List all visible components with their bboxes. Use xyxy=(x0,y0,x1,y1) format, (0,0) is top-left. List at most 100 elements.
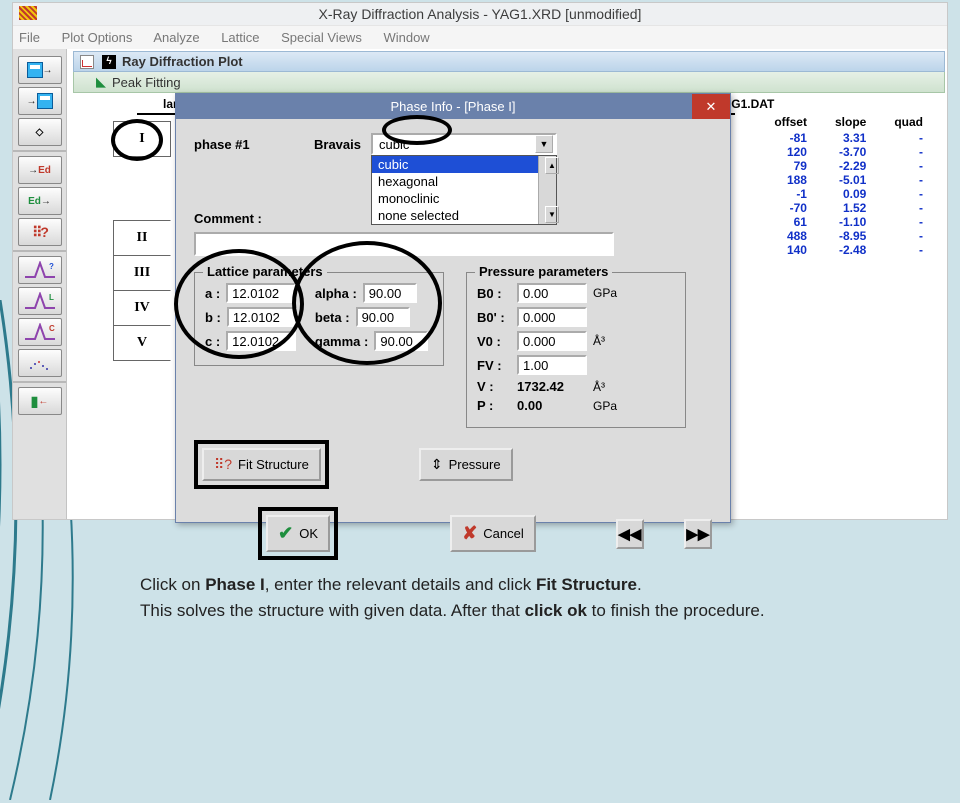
peak-fitting-title[interactable]: ◣ Peak Fitting xyxy=(73,72,945,93)
table-row: 188-5.01- xyxy=(760,173,937,187)
bravais-dropdown-list[interactable]: cubic hexagonal monoclinic none selected… xyxy=(371,155,557,225)
menu-lattice[interactable]: Lattice xyxy=(221,30,259,45)
v0-input[interactable] xyxy=(517,331,587,351)
b0-label: B0 : xyxy=(477,286,511,301)
to-ed-button[interactable]: →Ed xyxy=(18,156,62,184)
dialog-title-bar: Phase Info - [Phase I] ✕ xyxy=(176,94,730,119)
instruction-text: Click on Phase I, enter the relevant det… xyxy=(140,572,860,623)
cell-slope: 1.52 xyxy=(821,201,880,215)
table-header-row: offset slope quad xyxy=(760,113,937,131)
x-icon: ✘ xyxy=(462,523,477,544)
b0p-input[interactable] xyxy=(517,307,587,327)
cancel-button[interactable]: ✘Cancel xyxy=(450,515,536,552)
check-icon: ✔ xyxy=(278,523,293,544)
b0p-label: B0' : xyxy=(477,310,511,325)
scatter-button[interactable] xyxy=(18,349,62,377)
structure-button[interactable]: ⠿? xyxy=(18,218,62,246)
menu-file[interactable]: File xyxy=(19,30,40,45)
phase-tab-5[interactable]: V xyxy=(113,325,171,361)
cell-quad: - xyxy=(880,159,937,173)
peak3-button[interactable]: C xyxy=(18,318,62,346)
v0-label: V0 : xyxy=(477,334,511,349)
save-export-button[interactable]: → xyxy=(18,56,62,84)
close-button[interactable]: ✕ xyxy=(692,94,730,119)
dropdown-scrollbar[interactable]: ▲ ▼ xyxy=(538,156,556,224)
next-button[interactable]: ▶▶ xyxy=(684,519,712,549)
cell-offset: -81 xyxy=(760,131,821,145)
b-input[interactable] xyxy=(227,307,297,327)
tag-icon: ◣ xyxy=(96,74,106,90)
scatter-icon xyxy=(25,354,55,372)
cell-offset: 61 xyxy=(760,215,821,229)
floppy-icon xyxy=(37,93,53,109)
bravais-label: Bravais xyxy=(314,137,361,152)
c-input[interactable] xyxy=(226,331,296,351)
separator xyxy=(13,250,66,252)
v-value: 1732.42 xyxy=(517,379,587,394)
table-row: -701.52- xyxy=(760,201,937,215)
ok-button[interactable]: ✔OK xyxy=(266,515,330,552)
cell-slope: -5.01 xyxy=(821,173,880,187)
cell-slope: -2.48 xyxy=(821,243,880,257)
col-offset: offset xyxy=(760,113,821,131)
peak-icon: ? xyxy=(25,261,55,279)
cell-slope: -3.70 xyxy=(821,145,880,159)
rewind-icon: ◀◀ xyxy=(618,525,641,543)
bravais-option-none[interactable]: none selected xyxy=(372,207,556,224)
lattice-fieldset: Lattice parameters a : b : c : alpha : b… xyxy=(194,272,444,366)
cell-slope: 0.09 xyxy=(821,187,880,201)
from-ed-button[interactable]: Ed→ xyxy=(18,187,62,215)
menu-analyze[interactable]: Analyze xyxy=(153,30,199,45)
comment-input[interactable] xyxy=(194,232,614,256)
beta-input[interactable] xyxy=(356,307,410,327)
bravais-option-monoclinic[interactable]: monoclinic xyxy=(372,190,556,207)
exit-button[interactable]: ▮← xyxy=(18,387,62,415)
phase-tab-2[interactable]: II xyxy=(113,220,171,256)
peak1-button[interactable]: ? xyxy=(18,256,62,284)
bravais-value: cubic xyxy=(379,137,409,152)
menu-window[interactable]: Window xyxy=(383,30,429,45)
eraser-icon: ◇ xyxy=(36,127,44,138)
menu-plot-options[interactable]: Plot Options xyxy=(62,30,133,45)
plot-window-title[interactable]: ϟ Ray Diffraction Plot xyxy=(73,51,945,72)
prev-button[interactable]: ◀◀ xyxy=(616,519,644,549)
sub-windows: ϟ Ray Diffraction Plot ◣ Peak Fitting la… xyxy=(73,51,945,517)
chevron-down-icon[interactable]: ▼ xyxy=(535,135,553,153)
p-value: 0.00 xyxy=(517,398,587,413)
a-input[interactable] xyxy=(226,283,296,303)
forward-icon: ▶▶ xyxy=(686,525,709,543)
phase-tab-3[interactable]: III xyxy=(113,255,171,291)
b0-input[interactable] xyxy=(517,283,587,303)
bolt-icon: ϟ xyxy=(102,55,116,69)
bravais-option-hexagonal[interactable]: hexagonal xyxy=(372,173,556,190)
fv-input[interactable] xyxy=(517,355,587,375)
structure-icon: ⠿? xyxy=(32,224,47,241)
gamma-input[interactable] xyxy=(374,331,428,351)
col-quad: quad xyxy=(880,113,937,131)
cell-offset: 140 xyxy=(760,243,821,257)
cell-quad: - xyxy=(880,131,937,145)
scroll-down-icon[interactable]: ▼ xyxy=(545,206,559,223)
pressure-button[interactable]: ⇕Pressure xyxy=(419,448,513,481)
phase-tab-1[interactable]: I xyxy=(113,121,171,157)
menu-bar[interactable]: File Plot Options Analyze Lattice Specia… xyxy=(13,25,947,49)
eraser-button[interactable]: ◇ xyxy=(18,118,62,146)
p-unit: GPa xyxy=(593,399,623,413)
fit-structure-button[interactable]: ⠿?Fit Structure xyxy=(202,448,321,481)
cell-quad: - xyxy=(880,201,937,215)
cell-quad: - xyxy=(880,145,937,159)
cell-offset: 79 xyxy=(760,159,821,173)
cell-quad: - xyxy=(880,229,937,243)
structure-icon: ⠿? xyxy=(214,456,232,473)
workspace: → → ◇ →Ed Ed→ ⠿? ? L C ▮← ϟ Ray Diffract… xyxy=(13,49,947,519)
scroll-up-icon[interactable]: ▲ xyxy=(545,157,559,174)
dialog-title: Phase Info - [Phase I] xyxy=(390,99,515,114)
bravais-combo[interactable]: cubic ▼ cubic hexagonal monoclinic none … xyxy=(371,133,557,155)
phase-tab-4[interactable]: IV xyxy=(113,290,171,326)
import-save-button[interactable]: → xyxy=(18,87,62,115)
peak2-button[interactable]: L xyxy=(18,287,62,315)
menu-special-views[interactable]: Special Views xyxy=(281,30,362,45)
alpha-input[interactable] xyxy=(363,283,417,303)
svg-text:C: C xyxy=(49,324,55,333)
bravais-option-cubic[interactable]: cubic xyxy=(372,156,556,173)
